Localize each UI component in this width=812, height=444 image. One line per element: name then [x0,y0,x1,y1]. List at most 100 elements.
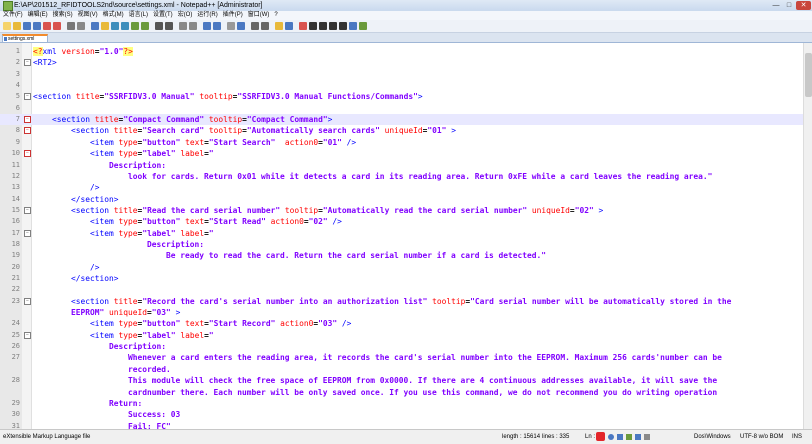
code-line[interactable]: 18 Description: [0,239,803,250]
menu-run[interactable]: 运行(R) [197,11,217,20]
status-mode[interactable]: INS [792,430,802,444]
play-icon[interactable] [319,22,327,30]
indent-guide-icon[interactable] [227,22,235,30]
close-all-icon[interactable] [53,22,61,30]
menu-language[interactable]: 语言(L) [129,11,148,20]
menu-search[interactable]: 搜索(S) [53,11,73,20]
code-line[interactable]: 28 This module will check the free space… [0,375,803,386]
undo-icon[interactable] [111,22,119,30]
print-icon[interactable] [67,22,75,30]
fold-toggle-icon[interactable]: − [24,229,31,237]
copy-icon[interactable] [91,22,99,30]
code-line[interactable]: recorded. [0,364,803,375]
menu-plugins[interactable]: 插件(P) [223,11,243,20]
menu-macro[interactable]: 宏(O) [178,11,193,20]
menu-settings[interactable]: 设置(T) [153,11,173,20]
code-line[interactable]: 11 Description: [0,160,803,171]
line-number: 6 [15,103,20,112]
save-all-icon[interactable] [33,22,41,30]
close-window-button[interactable]: ✕ [796,1,811,10]
menu-help[interactable]: ? [274,11,277,20]
menu-window[interactable]: 窗口(W) [248,11,270,20]
code-line[interactable]: 23− <section title="Record the card's se… [0,296,803,307]
status-encoding[interactable]: UTF-8 w/o BOM [740,430,783,444]
code-line[interactable]: cardnumber there. Each number will be on… [0,387,803,398]
fold-toggle-icon[interactable]: − [24,206,31,214]
stop-icon[interactable] [309,22,317,30]
code-line[interactable]: 19 Be ready to read the card. Return the… [0,250,803,261]
lang-icon[interactable] [237,22,245,30]
scroll-thumb[interactable] [805,53,812,97]
code-line[interactable]: 5− <section title="SSRFIDV3.0 Manual" too… [0,91,803,102]
menu-format[interactable]: 格式(M) [103,11,124,20]
zoom-out-icon[interactable] [165,22,173,30]
vertical-scrollbar[interactable] [803,43,812,429]
code-line[interactable]: 21 </section> [0,273,803,284]
abc-icon[interactable] [359,22,367,30]
menu-file[interactable]: 文件(F) [3,11,23,20]
code-line[interactable]: 24 <item type="button" text="Start Recor… [0,318,803,329]
code-line[interactable]: 26 Description: [0,341,803,352]
sync-h-icon[interactable] [189,22,197,30]
code-line[interactable]: 22 [0,284,803,295]
code-line[interactable]: 6 [0,103,803,114]
code-line[interactable]: 13 /> [0,182,803,193]
zoom-in-icon[interactable] [155,22,163,30]
close-icon[interactable] [43,22,51,30]
code-line[interactable]: 15− <section title="Read the card serial… [0,205,803,216]
fold-toggle-icon[interactable]: − [24,116,31,124]
status-eol[interactable]: Dos\Windows [694,430,731,444]
wrap-icon[interactable] [203,22,211,30]
code-line[interactable]: 29 Return: [0,398,803,409]
paste-icon[interactable] [101,22,109,30]
code-line[interactable]: 27 Whenever a card enters the reading ar… [0,352,803,363]
all-chars-icon[interactable] [213,22,221,30]
fold-toggle-icon[interactable]: − [24,59,31,67]
monitor-icon[interactable] [285,22,293,30]
code-line[interactable]: EEPROM" uniqueId="03" > [0,307,803,318]
record-icon[interactable] [299,22,307,30]
menu-view[interactable]: 视图(V) [78,11,98,20]
tab-settings-xml[interactable]: settings.xml [2,34,48,42]
code-line[interactable]: 7− <section title="Compact Command" tool… [0,114,803,126]
code-line[interactable]: 12 look for cards. Return 0x01 while it … [0,171,803,182]
code-line[interactable]: 14 </section> [0,194,803,205]
code-editor[interactable]: 1 <?xml version="1.0"?> 2− <RT2> 3 4 5− <sectio… [0,43,812,429]
maximize-button[interactable]: □ [783,1,795,10]
code-line[interactable]: 10− <item type="label" label=" [0,148,803,159]
code-line[interactable]: 3 [0,69,803,80]
code-line[interactable]: 16 <item type="button" text="Start Read"… [0,216,803,227]
code-line[interactable]: 8− <section title="Search card" tooltip=… [0,125,803,136]
sync-v-icon[interactable] [179,22,187,30]
ime-icon[interactable] [596,432,605,441]
code-line[interactable]: 20 /> [0,262,803,273]
save-macro-icon[interactable] [339,22,347,30]
doc-map-icon[interactable] [251,22,259,30]
folder-icon[interactable] [275,22,283,30]
menu-edit[interactable]: 编辑(E) [28,11,48,20]
replace-icon[interactable] [141,22,149,30]
new-file-icon[interactable] [3,22,11,30]
open-file-icon[interactable] [13,22,21,30]
fold-toggle-icon[interactable]: − [24,297,31,305]
code-line[interactable]: 31 Fail: FC" [0,421,803,429]
spell-icon[interactable] [349,22,357,30]
code-line[interactable]: 17− <item type="label" label=" [0,228,803,239]
code-line[interactable]: 2− <RT2> [0,57,803,68]
fold-toggle-icon[interactable]: − [24,127,31,135]
code-line[interactable]: 1 <?xml version="1.0"?> [0,46,803,57]
code-line[interactable]: 30 Success: 03 [0,409,803,420]
minimize-button[interactable]: — [770,1,782,10]
cut-icon[interactable] [77,22,85,30]
code-line[interactable]: 4 [0,80,803,91]
code-line[interactable]: 25− <item type="label" label=" [0,330,803,341]
redo-icon[interactable] [121,22,129,30]
save-icon[interactable] [23,22,31,30]
play-multi-icon[interactable] [329,22,337,30]
fold-toggle-icon[interactable]: − [24,150,31,158]
fold-toggle-icon[interactable]: − [24,93,31,101]
code-line[interactable]: 9 <item type="button" text="Start Search… [0,137,803,148]
find-icon[interactable] [131,22,139,30]
func-list-icon[interactable] [261,22,269,30]
fold-toggle-icon[interactable]: − [24,331,31,339]
